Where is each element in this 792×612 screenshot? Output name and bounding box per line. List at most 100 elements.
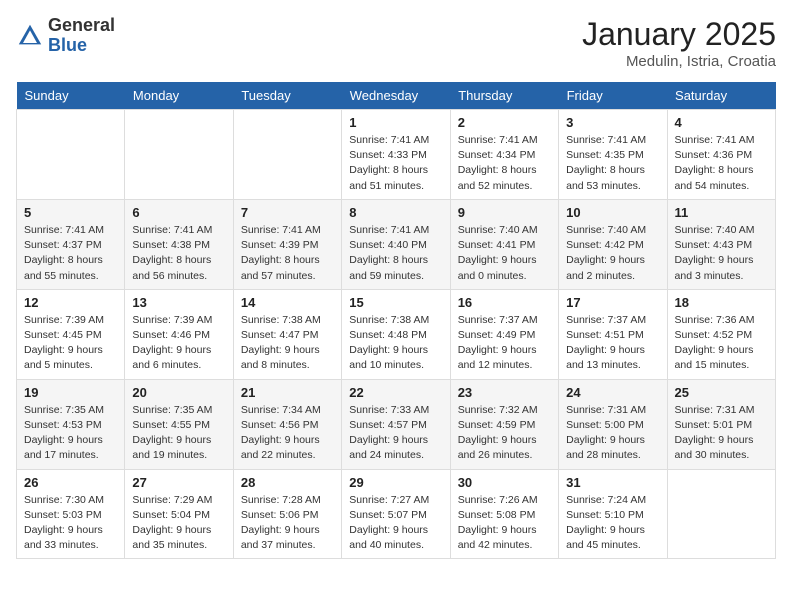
- day-number: 1: [349, 115, 442, 130]
- day-info: Sunrise: 7:41 AMSunset: 4:34 PMDaylight:…: [458, 133, 551, 194]
- calendar-cell: 28 Sunrise: 7:28 AMSunset: 5:06 PMDayligh…: [233, 469, 341, 559]
- day-info: Sunrise: 7:29 AMSunset: 5:04 PMDaylight:…: [132, 493, 225, 554]
- day-number: 19: [24, 385, 117, 400]
- day-info: Sunrise: 7:36 AMSunset: 4:52 PMDaylight:…: [675, 313, 768, 374]
- day-info: Sunrise: 7:35 AMSunset: 4:55 PMDaylight:…: [132, 403, 225, 464]
- day-number: 26: [24, 475, 117, 490]
- calendar-cell: [667, 469, 775, 559]
- day-info: Sunrise: 7:24 AMSunset: 5:10 PMDaylight:…: [566, 493, 659, 554]
- day-info: Sunrise: 7:41 AMSunset: 4:37 PMDaylight:…: [24, 223, 117, 284]
- day-number: 5: [24, 205, 117, 220]
- calendar-cell: 29 Sunrise: 7:27 AMSunset: 5:07 PMDayligh…: [342, 469, 450, 559]
- logo-text: General Blue: [48, 16, 115, 56]
- day-number: 31: [566, 475, 659, 490]
- day-number: 3: [566, 115, 659, 130]
- day-number: 14: [241, 295, 334, 310]
- calendar-cell: [125, 110, 233, 200]
- calendar-cell: 4 Sunrise: 7:41 AMSunset: 4:36 PMDaylight…: [667, 110, 775, 200]
- day-number: 20: [132, 385, 225, 400]
- day-info: Sunrise: 7:31 AMSunset: 5:01 PMDaylight:…: [675, 403, 768, 464]
- day-info: Sunrise: 7:27 AMSunset: 5:07 PMDaylight:…: [349, 493, 442, 554]
- day-number: 27: [132, 475, 225, 490]
- location-subtitle: Medulin, Istria, Croatia: [582, 53, 776, 70]
- day-info: Sunrise: 7:39 AMSunset: 4:46 PMDaylight:…: [132, 313, 225, 374]
- calendar-cell: 26 Sunrise: 7:30 AMSunset: 5:03 PMDayligh…: [17, 469, 125, 559]
- calendar-cell: 1 Sunrise: 7:41 AMSunset: 4:33 PMDaylight…: [342, 110, 450, 200]
- title-area: January 2025 Medulin, Istria, Croatia: [582, 16, 776, 70]
- day-number: 22: [349, 385, 442, 400]
- calendar-cell: 18 Sunrise: 7:36 AMSunset: 4:52 PMDayligh…: [667, 289, 775, 379]
- calendar-cell: 25 Sunrise: 7:31 AMSunset: 5:01 PMDayligh…: [667, 379, 775, 469]
- calendar-week-row: 5 Sunrise: 7:41 AMSunset: 4:37 PMDaylight…: [17, 199, 776, 289]
- weekday-header-monday: Monday: [125, 82, 233, 110]
- day-number: 24: [566, 385, 659, 400]
- day-info: Sunrise: 7:37 AMSunset: 4:51 PMDaylight:…: [566, 313, 659, 374]
- calendar-cell: 15Sunrise: 7:38 AMSunset: 4:48 PMDayligh…: [342, 289, 450, 379]
- weekday-header-thursday: Thursday: [450, 82, 558, 110]
- day-info: Sunrise: 7:32 AMSunset: 4:59 PMDaylight:…: [458, 403, 551, 464]
- day-number: 4: [675, 115, 768, 130]
- day-number: 28: [241, 475, 334, 490]
- calendar-cell: 10Sunrise: 7:40 AMSunset: 4:42 PMDayligh…: [559, 199, 667, 289]
- calendar-cell: 16Sunrise: 7:37 AMSunset: 4:49 PMDayligh…: [450, 289, 558, 379]
- day-number: 18: [675, 295, 768, 310]
- day-info: Sunrise: 7:34 AMSunset: 4:56 PMDaylight:…: [241, 403, 334, 464]
- calendar-cell: 24 Sunrise: 7:31 AMSunset: 5:00 PMDayligh…: [559, 379, 667, 469]
- day-info: Sunrise: 7:41 AMSunset: 4:36 PMDaylight:…: [675, 133, 768, 194]
- calendar-cell: 12 Sunrise: 7:39 AMSunset: 4:45 PMDayligh…: [17, 289, 125, 379]
- calendar-cell: 3Sunrise: 7:41 AMSunset: 4:35 PMDaylight…: [559, 110, 667, 200]
- weekday-header-friday: Friday: [559, 82, 667, 110]
- month-title: January 2025: [582, 16, 776, 53]
- day-info: Sunrise: 7:30 AMSunset: 5:03 PMDaylight:…: [24, 493, 117, 554]
- calendar-table: SundayMondayTuesdayWednesdayThursdayFrid…: [16, 82, 776, 559]
- calendar-cell: 13Sunrise: 7:39 AMSunset: 4:46 PMDayligh…: [125, 289, 233, 379]
- weekday-header-tuesday: Tuesday: [233, 82, 341, 110]
- day-info: Sunrise: 7:26 AMSunset: 5:08 PMDaylight:…: [458, 493, 551, 554]
- day-info: Sunrise: 7:41 AMSunset: 4:39 PMDaylight:…: [241, 223, 334, 284]
- calendar-cell: 7 Sunrise: 7:41 AMSunset: 4:39 PMDaylight…: [233, 199, 341, 289]
- logo-general-text: General: [48, 15, 115, 35]
- calendar-week-row: 26 Sunrise: 7:30 AMSunset: 5:03 PMDayligh…: [17, 469, 776, 559]
- calendar-cell: 30 Sunrise: 7:26 AMSunset: 5:08 PMDayligh…: [450, 469, 558, 559]
- day-info: Sunrise: 7:39 AMSunset: 4:45 PMDaylight:…: [24, 313, 117, 374]
- weekday-header-sunday: Sunday: [17, 82, 125, 110]
- calendar-cell: [233, 110, 341, 200]
- day-number: 30: [458, 475, 551, 490]
- day-number: 9: [458, 205, 551, 220]
- day-info: Sunrise: 7:40 AMSunset: 4:43 PMDaylight:…: [675, 223, 768, 284]
- day-info: Sunrise: 7:41 AMSunset: 4:40 PMDaylight:…: [349, 223, 442, 284]
- day-number: 12: [24, 295, 117, 310]
- calendar-cell: 31 Sunrise: 7:24 AMSunset: 5:10 PMDayligh…: [559, 469, 667, 559]
- day-info: Sunrise: 7:31 AMSunset: 5:00 PMDaylight:…: [566, 403, 659, 464]
- weekday-header-saturday: Saturday: [667, 82, 775, 110]
- weekday-header-row: SundayMondayTuesdayWednesdayThursdayFrid…: [17, 82, 776, 110]
- calendar-cell: 14 Sunrise: 7:38 AMSunset: 4:47 PMDayligh…: [233, 289, 341, 379]
- day-info: Sunrise: 7:41 AMSunset: 4:38 PMDaylight:…: [132, 223, 225, 284]
- calendar-cell: 19 Sunrise: 7:35 AMSunset: 4:53 PMDayligh…: [17, 379, 125, 469]
- logo: General Blue: [16, 16, 115, 56]
- calendar-cell: 20 Sunrise: 7:35 AMSunset: 4:55 PMDayligh…: [125, 379, 233, 469]
- calendar-cell: 5 Sunrise: 7:41 AMSunset: 4:37 PMDaylight…: [17, 199, 125, 289]
- day-info: Sunrise: 7:35 AMSunset: 4:53 PMDaylight:…: [24, 403, 117, 464]
- day-number: 7: [241, 205, 334, 220]
- calendar-cell: 2 Sunrise: 7:41 AMSunset: 4:34 PMDaylight…: [450, 110, 558, 200]
- calendar-cell: 22Sunrise: 7:33 AMSunset: 4:57 PMDayligh…: [342, 379, 450, 469]
- day-number: 11: [675, 205, 768, 220]
- day-number: 2: [458, 115, 551, 130]
- day-number: 29: [349, 475, 442, 490]
- day-info: Sunrise: 7:40 AMSunset: 4:42 PMDaylight:…: [566, 223, 659, 284]
- day-number: 23: [458, 385, 551, 400]
- day-number: 16: [458, 295, 551, 310]
- logo-blue-text: Blue: [48, 35, 87, 55]
- day-info: Sunrise: 7:38 AMSunset: 4:47 PMDaylight:…: [241, 313, 334, 374]
- calendar-cell: [17, 110, 125, 200]
- day-info: Sunrise: 7:28 AMSunset: 5:06 PMDaylight:…: [241, 493, 334, 554]
- calendar-week-row: 19 Sunrise: 7:35 AMSunset: 4:53 PMDayligh…: [17, 379, 776, 469]
- calendar-cell: 11 Sunrise: 7:40 AMSunset: 4:43 PMDayligh…: [667, 199, 775, 289]
- day-info: Sunrise: 7:41 AMSunset: 4:33 PMDaylight:…: [349, 133, 442, 194]
- day-number: 25: [675, 385, 768, 400]
- calendar-cell: 6Sunrise: 7:41 AMSunset: 4:38 PMDaylight…: [125, 199, 233, 289]
- calendar-cell: 21Sunrise: 7:34 AMSunset: 4:56 PMDayligh…: [233, 379, 341, 469]
- calendar-cell: 27 Sunrise: 7:29 AMSunset: 5:04 PMDayligh…: [125, 469, 233, 559]
- day-number: 15: [349, 295, 442, 310]
